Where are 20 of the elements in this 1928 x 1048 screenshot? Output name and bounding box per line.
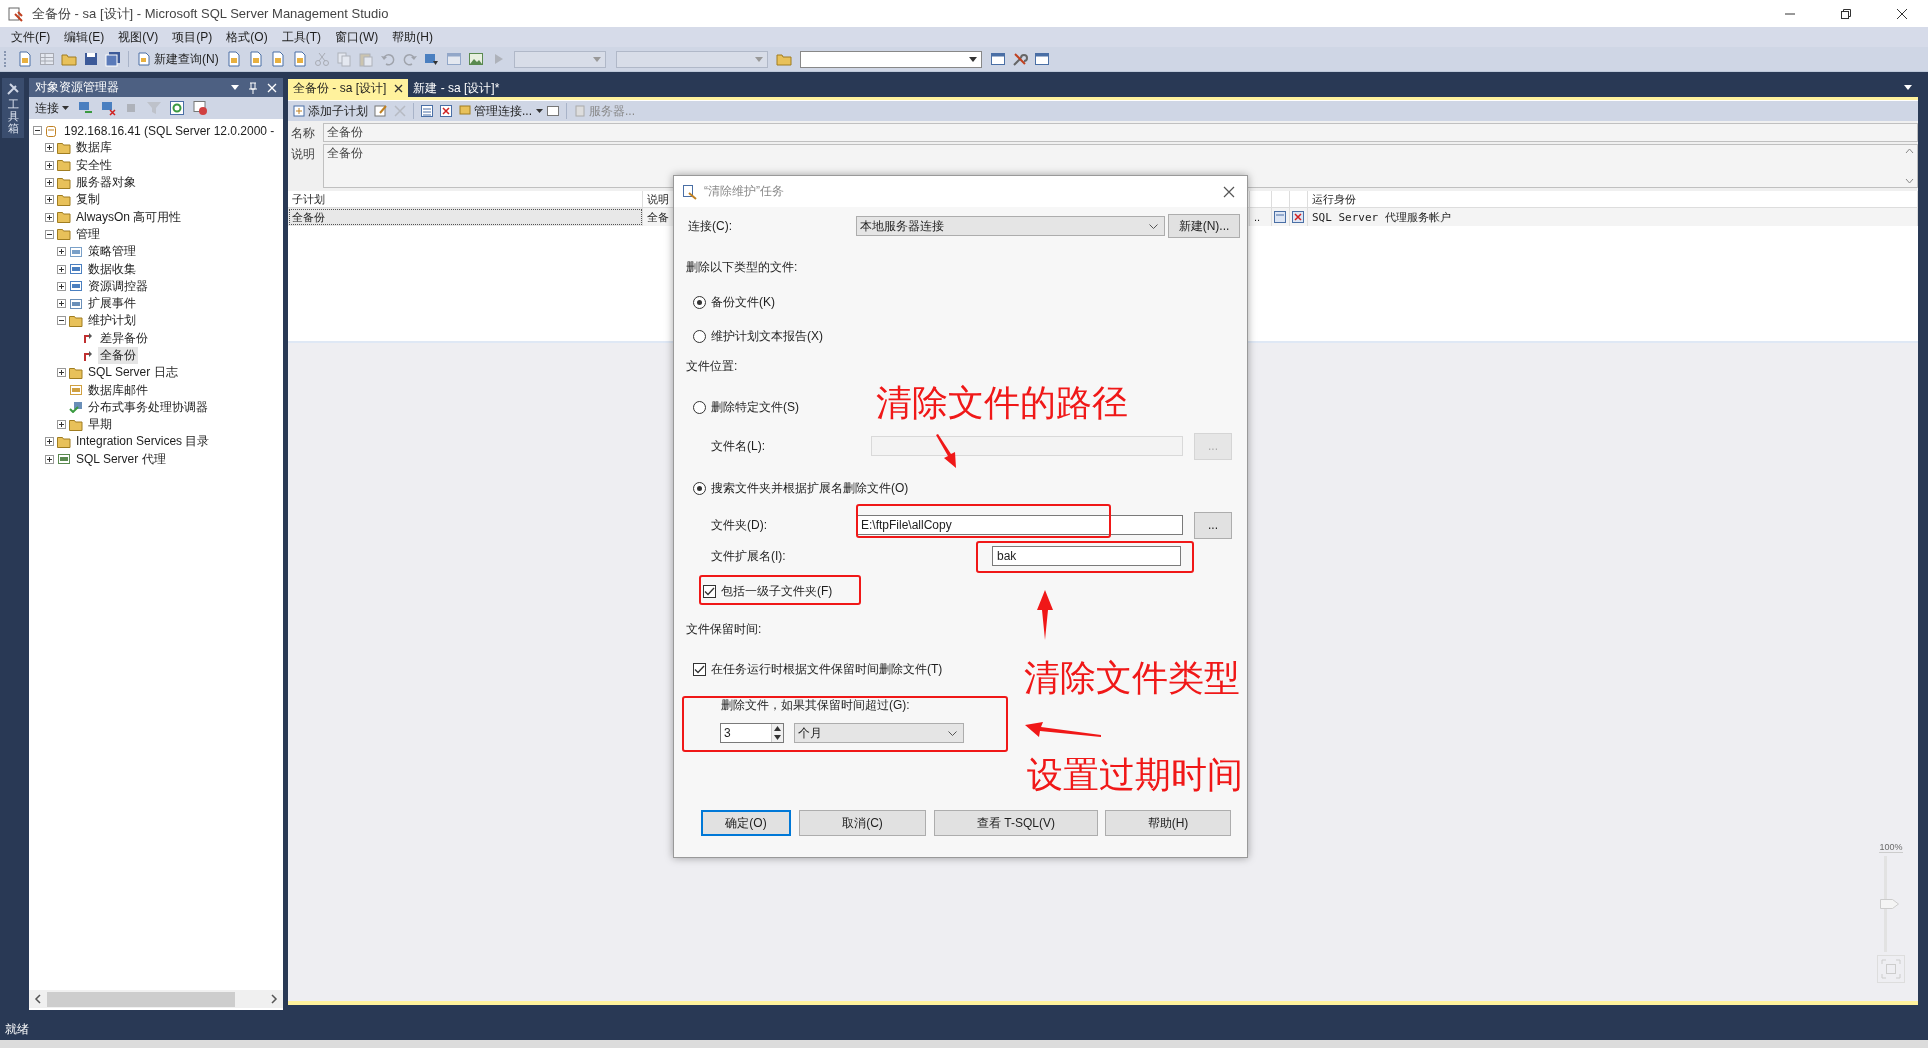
section-label: 文件保留时间: <box>686 620 762 638</box>
column-header: 子计划 <box>288 191 643 207</box>
table-cell: .. <box>1250 208 1272 226</box>
panel-title: 对象资源管理器 <box>35 79 119 96</box>
column-header: 运行身份 <box>1308 191 1918 207</box>
zoom-label: 100% <box>1879 842 1903 853</box>
field-label: 文件名(L): <box>711 437 766 455</box>
annotation-text: 设置过期时间 <box>1027 757 1243 793</box>
annotation-text: 清除文件类型 <box>1024 660 1240 696</box>
status-text: 就绪 <box>5 1020 29 1038</box>
field-label: 说明 <box>291 146 316 163</box>
section-label: 删除以下类型的文件: <box>686 258 798 276</box>
annotation-text: 清除文件的路径 <box>876 385 1128 421</box>
section-label: 文件位置: <box>686 357 738 375</box>
window-title: 全备份 - sa [设计] - Microsoft SQL Server Management Studio <box>32 4 389 23</box>
field-label: 删除文件，如果其保留时间超过(G): <box>721 696 910 714</box>
field-label: 名称 <box>291 125 316 142</box>
field-label: 文件扩展名(I): <box>711 547 787 565</box>
table-cell: SQL Server 代理服务帐户 <box>1308 208 1918 226</box>
field-label: 文件夹(D): <box>711 516 768 534</box>
